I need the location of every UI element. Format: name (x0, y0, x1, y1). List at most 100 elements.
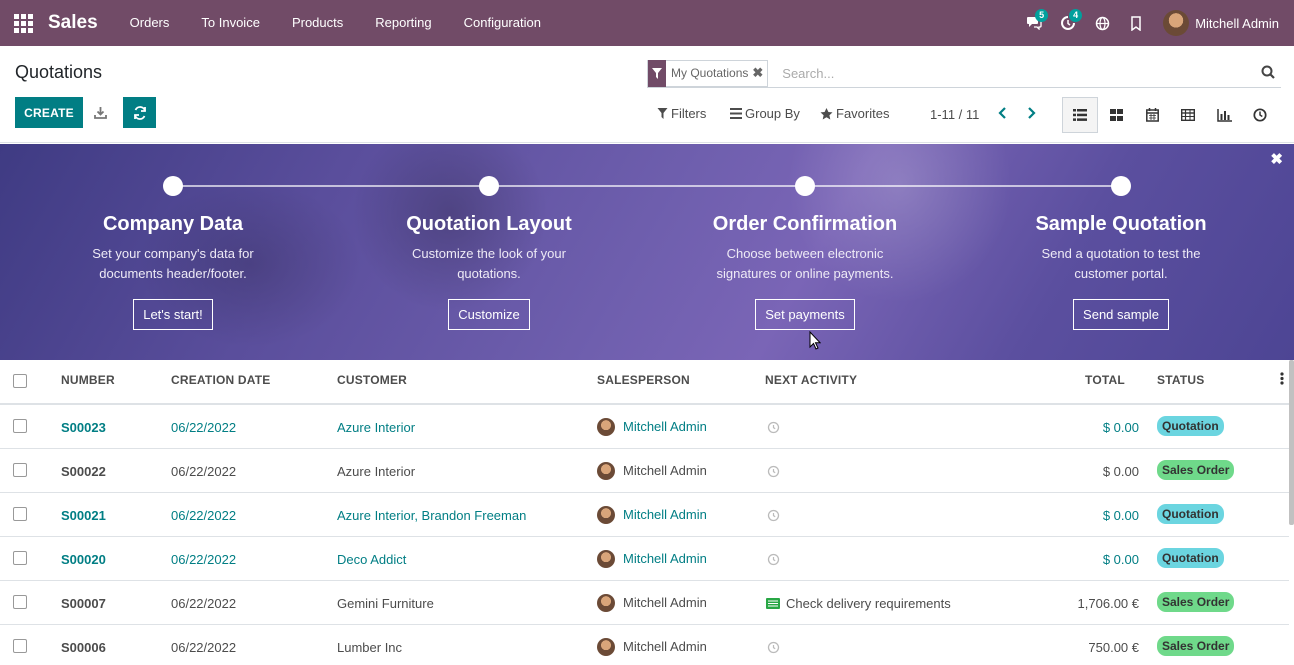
total-amount: 750.00 € (1088, 640, 1139, 655)
filters-button[interactable]: Filters (657, 106, 706, 121)
quotation-number[interactable]: S00020 (61, 552, 106, 567)
select-all-checkbox[interactable] (13, 374, 27, 388)
table-row[interactable]: S00007 06/22/2022 Gemini Furniture Mitchell… (0, 581, 1289, 625)
group-by-button[interactable]: Group By (730, 106, 800, 121)
column-header-creation-date[interactable]: CREATION DATE (171, 373, 271, 387)
search-icon[interactable] (1261, 65, 1275, 82)
set-payments-button[interactable]: Set payments (755, 299, 855, 330)
search-input[interactable] (782, 65, 1243, 81)
step-title[interactable]: Order Confirmation (675, 213, 935, 236)
column-header-next-activity[interactable]: NEXT ACTIVITY (765, 373, 857, 387)
row-checkbox[interactable] (13, 419, 27, 433)
activity-clock-icon[interactable] (767, 641, 780, 657)
table-row[interactable]: S00023 06/22/2022 Azure Interior Mitchell A… (0, 405, 1289, 449)
optional-columns-icon[interactable] (1280, 372, 1284, 388)
refresh-button[interactable] (123, 97, 156, 128)
facet-remove-icon[interactable]: ✖ (752, 65, 767, 81)
column-header-salesperson[interactable]: SALESPERSON (597, 373, 690, 387)
table-row[interactable]: S00020 06/22/2022 Deco Addict Mitchell Admi… (0, 537, 1289, 581)
scrollbar[interactable] (1289, 360, 1294, 525)
lets-start-button[interactable]: Let's start! (133, 299, 213, 330)
close-banner-icon[interactable]: ✖ (1270, 150, 1283, 168)
row-checkbox[interactable] (13, 551, 27, 565)
messages-icon[interactable]: 5 (1017, 0, 1051, 46)
activity-todo-icon[interactable] (766, 597, 780, 612)
menu-products[interactable]: Products (276, 0, 359, 46)
quotation-number[interactable]: S00023 (61, 420, 106, 435)
website-globe-icon[interactable] (1085, 0, 1119, 46)
next-activity[interactable]: Check delivery requirements (786, 596, 951, 611)
salesperson-name: Mitchell Admin (623, 595, 707, 610)
salesperson-avatar (597, 594, 615, 612)
menu-orders[interactable]: Orders (114, 0, 186, 46)
filter-icon (657, 108, 668, 119)
column-header-number[interactable]: NUMBER (61, 373, 115, 387)
activity-clock-icon[interactable] (767, 465, 780, 481)
group-by-icon (730, 108, 742, 119)
menu-reporting[interactable]: Reporting (359, 0, 447, 46)
create-button[interactable]: CREATE (15, 97, 83, 128)
salesperson-avatar (597, 550, 615, 568)
table-row[interactable]: S00006 06/22/2022 Lumber Inc Mitchell Admin… (0, 625, 1289, 665)
filter-facet-icon (648, 59, 666, 87)
row-checkbox[interactable] (13, 507, 27, 521)
quotation-number[interactable]: S00007 (61, 596, 106, 611)
activity-clock-icon[interactable] (767, 553, 780, 569)
pager-next-icon[interactable] (1026, 106, 1038, 123)
send-sample-button[interactable]: Send sample (1073, 299, 1169, 330)
download-icon[interactable] (88, 97, 112, 128)
row-checkbox[interactable] (13, 639, 27, 653)
quotation-number[interactable]: S00022 (61, 464, 106, 479)
row-checkbox[interactable] (13, 463, 27, 477)
creation-date: 06/22/2022 (171, 464, 237, 479)
total-amount: $ 0.00 (1102, 552, 1139, 567)
app-brand[interactable]: Sales (48, 12, 98, 34)
step-title[interactable]: Sample Quotation (991, 213, 1251, 236)
column-header-customer[interactable]: CUSTOMER (337, 373, 407, 387)
customer-name: Azure Interior (337, 464, 416, 479)
user-menu[interactable]: Mitchell Admin (1163, 10, 1279, 36)
favorites-button[interactable]: Favorites (820, 106, 889, 121)
step-title[interactable]: Quotation Layout (359, 213, 619, 236)
column-header-total[interactable]: TOTAL (1085, 373, 1125, 387)
bookmark-icon[interactable] (1119, 0, 1153, 46)
pivot-view-icon[interactable] (1170, 97, 1206, 133)
salesperson-name: Mitchell Admin (623, 507, 707, 522)
column-header-status[interactable]: STATUS (1157, 373, 1204, 387)
total-amount: $ 0.00 (1102, 508, 1139, 523)
step-title[interactable]: Company Data (43, 213, 303, 236)
menu-to-invoice[interactable]: To Invoice (185, 0, 276, 46)
apps-menu-icon[interactable] (0, 0, 46, 46)
step-description: Customize the look of your quotations. (412, 246, 566, 281)
calendar-view-icon[interactable] (1134, 97, 1170, 133)
graph-view-icon[interactable] (1206, 97, 1242, 133)
star-icon (820, 107, 833, 119)
quotation-number[interactable]: S00006 (61, 640, 106, 655)
creation-date: 06/22/2022 (171, 508, 237, 523)
quotation-number[interactable]: S00021 (61, 508, 106, 523)
activity-view-icon[interactable] (1242, 97, 1278, 133)
kanban-view-icon[interactable] (1098, 97, 1134, 133)
table-row[interactable]: S00022 06/22/2022 Azure Interior Mitchell A… (0, 449, 1289, 493)
activity-clock-icon[interactable] (767, 509, 780, 525)
pager-previous-icon[interactable] (996, 106, 1008, 123)
step-description: Set your company's data for documents he… (92, 246, 254, 281)
salesperson-avatar (597, 462, 615, 480)
list-view-icon[interactable] (1062, 97, 1098, 133)
salesperson-avatar (597, 418, 615, 436)
activity-clock-icon[interactable] (767, 421, 780, 437)
customize-button[interactable]: Customize (448, 299, 530, 330)
user-avatar (1163, 10, 1190, 36)
activities-count-badge: 4 (1069, 9, 1083, 22)
onboarding-progress-line (173, 185, 1121, 187)
pager-value[interactable]: 1-11 / 11 (930, 107, 979, 122)
facet-label: My Quotations (671, 66, 749, 80)
table-header: NUMBER CREATION DATE CUSTOMER SALESPERSO… (0, 360, 1289, 405)
menu-configuration[interactable]: Configuration (448, 0, 557, 46)
table-row[interactable]: S00021 06/22/2022 Azure Interior, Brandon … (0, 493, 1289, 537)
activities-icon[interactable]: 4 (1051, 0, 1085, 46)
onboarding-banner: ✖ Company Data Set your company's data f… (0, 144, 1294, 360)
salesperson-name: Mitchell Admin (623, 419, 707, 434)
row-checkbox[interactable] (13, 595, 27, 609)
top-navbar: Sales Orders To Invoice Products Reporti… (0, 0, 1294, 46)
